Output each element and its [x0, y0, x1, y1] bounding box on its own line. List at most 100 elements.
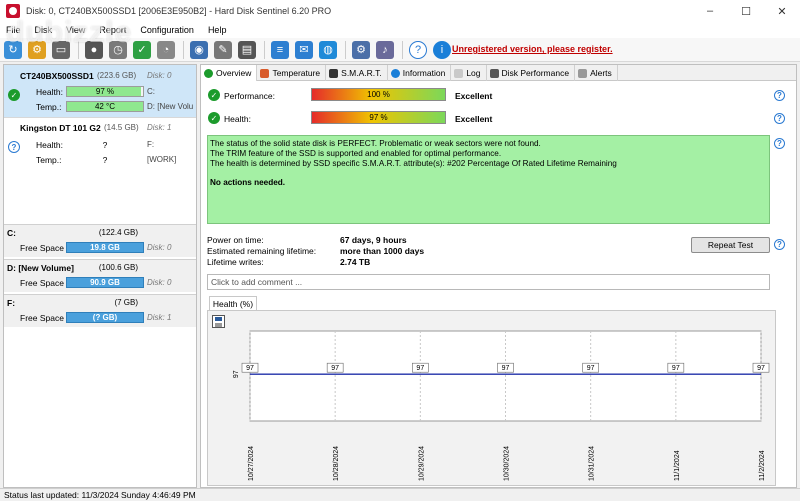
- volume-name: C:: [7, 228, 16, 238]
- mail-icon[interactable]: ✉: [295, 40, 313, 59]
- health-help-icon[interactable]: ?: [774, 113, 785, 124]
- disk-list-panel: CT240BX500SSD1 (223.6 GB) Disk: 0 ✓ Heal…: [3, 64, 197, 488]
- status-help-icon[interactable]: ?: [774, 138, 785, 149]
- disk-card-0[interactable]: CT240BX500SSD1 (223.6 GB) Disk: 0 ✓ Heal…: [4, 65, 196, 117]
- data-label: 97: [246, 365, 254, 372]
- tab-label: S.M.A.R.T.: [341, 68, 382, 78]
- help-icon[interactable]: ?: [409, 40, 427, 59]
- performance-value: 100 %: [367, 90, 390, 99]
- performance-label: Performance:: [224, 91, 276, 101]
- menu-disk[interactable]: Disk: [35, 25, 53, 35]
- free-space-bar: 90.9 GB: [66, 277, 144, 288]
- status-line: The status of the solid state disk is PE…: [210, 139, 541, 148]
- free-space-label: Free Space: [20, 313, 64, 323]
- tab-smart[interactable]: S.M.A.R.T.: [326, 65, 388, 81]
- disk-volume-d: D: [New Volu: [147, 102, 194, 111]
- health-chart: 97 97 97 97 97 97 97 97 10/27/2024 10/28/2024 10/2…: [233, 330, 770, 481]
- tab-overview[interactable]: Overview: [201, 65, 258, 81]
- volume-c[interactable]: C: (122.4 GB) Free Space 19.8 GB Disk: 0: [4, 224, 196, 257]
- menu-help[interactable]: Help: [208, 25, 227, 35]
- alerts-icon: [578, 68, 588, 78]
- printer-icon[interactable]: ▤: [238, 40, 256, 59]
- settings-icon[interactable]: ⚙: [28, 40, 46, 59]
- tab-disk-performance[interactable]: Disk Performance: [487, 65, 576, 81]
- toolbar: ↻ ⚙ ▭ ● ◷ ✓ ◔ ◉ ✎ ▤ ≡ ✉ ◍ ⚙ ♪ ? i: [0, 38, 800, 62]
- tab-temperature[interactable]: Temperature: [257, 65, 327, 81]
- x-tick-label: 11/2/2024: [759, 450, 766, 481]
- toolbar-separator: [345, 40, 346, 59]
- repeat-test-button[interactable]: Repeat Test: [691, 237, 770, 253]
- unregistered-link[interactable]: Unregistered version, please register.: [452, 44, 613, 54]
- sound-icon[interactable]: ♪: [376, 40, 394, 59]
- performance-help-icon[interactable]: ?: [774, 90, 785, 101]
- status-message: The status of the solid state disk is PE…: [207, 135, 770, 224]
- data-label: 97: [502, 365, 510, 372]
- tab-alerts[interactable]: Alerts: [575, 65, 618, 81]
- health-label: Health:: [36, 140, 63, 150]
- status-action: No actions needed.: [210, 178, 286, 187]
- temp-bar: 42 °C: [66, 101, 144, 112]
- toolbar-separator: [78, 40, 79, 59]
- report-icon[interactable]: ≡: [271, 40, 289, 59]
- globe-icon[interactable]: ◍: [319, 40, 337, 59]
- disk-icon[interactable]: ▭: [52, 40, 70, 59]
- disk-size: (14.5 GB): [104, 123, 139, 132]
- mouse-icon[interactable]: ●: [85, 40, 103, 59]
- disk-card-1[interactable]: Kingston DT 101 G2 (14.5 GB) Disk: 1 ? H…: [4, 117, 196, 169]
- disk-volume-work: [WORK]: [147, 155, 177, 164]
- free-space-label: Free Space: [20, 243, 64, 253]
- health-chart-area: 97 97 97 97 97 97 97 97 10/27/2024 10/28/2024 10/2…: [207, 310, 776, 486]
- volume-name: F:: [7, 298, 16, 308]
- performance-ok-icon: ✓: [208, 89, 220, 101]
- volume-size: (100.6 GB): [98, 263, 138, 272]
- gear-icon[interactable]: ⚙: [352, 40, 370, 59]
- tab-label: Temperature: [272, 68, 321, 78]
- comment-input[interactable]: Click to add comment ...: [207, 274, 770, 290]
- title-bar: Disk: 0, CT240BX500SSD1 [2006E3E950B2] -…: [0, 0, 800, 22]
- drive-icon[interactable]: ◉: [190, 40, 208, 59]
- volume-d[interactable]: D: [New Volume] (100.6 GB) Free Space 90…: [4, 259, 196, 292]
- health-value: 97 %: [369, 113, 388, 122]
- info-icon[interactable]: i: [433, 40, 451, 59]
- repeat-help-icon[interactable]: ?: [774, 239, 785, 250]
- disk-index: Disk: 0: [147, 71, 172, 80]
- refresh-icon[interactable]: ↻: [4, 40, 22, 59]
- data-label: 97: [757, 365, 765, 372]
- window-title: Disk: 0, CT240BX500SSD1 [2006E3E950B2] -…: [26, 6, 332, 16]
- timer-icon[interactable]: ◔: [157, 40, 175, 59]
- close-button[interactable]: ✕: [764, 0, 800, 22]
- health-ok-icon: ✓: [208, 112, 220, 124]
- unknown-status-icon: ?: [8, 141, 20, 153]
- tab-label: Log: [466, 68, 481, 78]
- volume-disk: Disk: 0: [147, 278, 172, 287]
- lifetime-writes-label: Lifetime writes:: [207, 257, 264, 267]
- volume-disk: Disk: 1: [147, 313, 172, 322]
- tab-label: Overview: [216, 68, 252, 78]
- x-tick-label: 10/31/2024: [589, 446, 596, 481]
- temp-value: 42 °C: [94, 102, 116, 111]
- maximize-button[interactable]: ☐: [728, 0, 764, 22]
- tab-health-chart[interactable]: Health (%): [209, 296, 257, 311]
- x-tick-label: 11/1/2024: [674, 450, 681, 481]
- check-icon[interactable]: ✓: [133, 40, 151, 59]
- power-on-label: Power on time:: [207, 235, 264, 245]
- menu-report[interactable]: Report: [99, 25, 126, 35]
- menu-view[interactable]: View: [66, 25, 85, 35]
- tab-log[interactable]: Log: [451, 65, 487, 81]
- minimize-button[interactable]: –: [692, 0, 728, 22]
- app-icon: [6, 4, 20, 18]
- ok-icon: ✓: [8, 89, 20, 101]
- temp-value: ?: [102, 155, 108, 165]
- clock-icon[interactable]: ◷: [109, 40, 127, 59]
- menu-file[interactable]: File: [6, 25, 21, 35]
- menu-configuration[interactable]: Configuration: [140, 25, 194, 35]
- y-tick-label: 97: [233, 370, 240, 378]
- free-space-label: Free Space: [20, 278, 64, 288]
- volume-f[interactable]: F: (7 GB) Free Space (? GB) Disk: 1: [4, 294, 196, 327]
- tools-icon[interactable]: ✎: [214, 40, 232, 59]
- toolbar-separator: [264, 40, 265, 59]
- health-bar: 97 %: [311, 111, 446, 124]
- tab-information[interactable]: Information: [388, 65, 452, 81]
- tab-label: Information: [402, 68, 446, 78]
- x-tick-label: 10/29/2024: [418, 446, 425, 481]
